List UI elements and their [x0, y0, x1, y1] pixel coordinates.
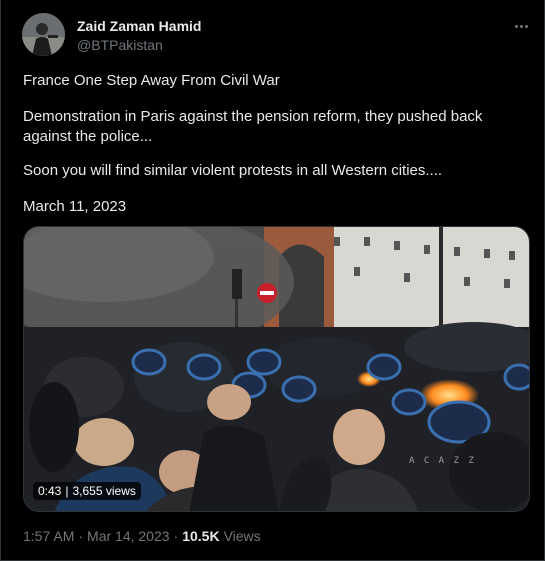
tweet-card[interactable]: Zaid Zaman Hamid @BTPakistan France One …	[0, 0, 545, 561]
video-watermark: A C A Z Z	[409, 456, 476, 466]
video-views: 3,655 views	[72, 484, 136, 498]
video-duration-badge: 0:43 | 3,655 views	[33, 482, 141, 500]
badge-separator: |	[65, 484, 69, 498]
tweet-date[interactable]: Mar 14, 2023	[87, 528, 170, 544]
tweet-text-line: March 11, 2023	[23, 198, 127, 215]
more-options-icon[interactable]	[510, 16, 532, 36]
tweet-text-line: Demonstration in Paris against the pensi…	[23, 108, 483, 145]
separator-dot: ·	[78, 528, 84, 544]
video-player[interactable]	[23, 226, 530, 512]
tweet-text-line: France One Step Away From Civil War	[23, 72, 280, 89]
video-duration: 0:43	[38, 484, 62, 498]
tweet-metadata: 1:57 AM · Mar 14, 2023 · 10.5K Views	[23, 528, 261, 544]
author-handle[interactable]: @BTPakistan	[77, 37, 163, 53]
views-count[interactable]: 10.5K	[182, 528, 219, 544]
tweet-time[interactable]: 1:57 AM	[23, 528, 74, 544]
author-name[interactable]: Zaid Zaman Hamid	[77, 18, 201, 34]
avatar-photo-icon	[22, 13, 65, 56]
protest-video-frame	[24, 227, 529, 511]
separator-dot: ·	[173, 528, 179, 544]
avatar[interactable]	[22, 13, 65, 56]
tweet-text-line: Soon you will find similar violent prote…	[23, 162, 443, 179]
views-label: Views	[223, 528, 261, 544]
